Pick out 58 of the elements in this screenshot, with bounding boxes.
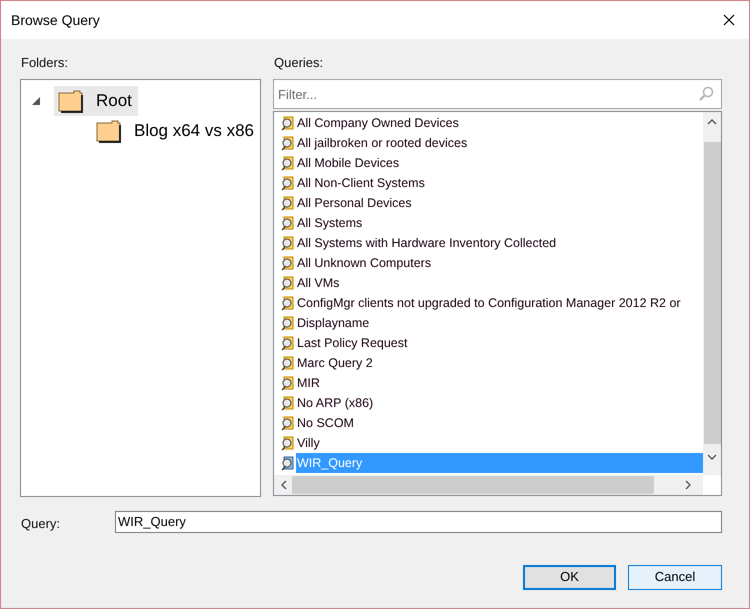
scroll-right-icon[interactable] xyxy=(685,480,691,490)
query-icon xyxy=(280,375,296,391)
tree-item[interactable]: Blog x64 vs x86 xyxy=(92,116,260,146)
scroll-thumb[interactable] xyxy=(704,142,720,444)
dialog-button[interactable]: Cancel xyxy=(628,564,722,590)
query-item[interactable]: All jailbroken or rooted devices xyxy=(296,133,703,153)
scroll-down-icon[interactable] xyxy=(707,454,717,460)
scroll-left-icon[interactable] xyxy=(281,480,287,490)
query-icon xyxy=(280,255,296,271)
query-icon xyxy=(280,395,296,411)
query-icon xyxy=(280,235,296,251)
query-icon xyxy=(280,335,296,351)
query-icon xyxy=(280,415,296,431)
tree-item[interactable]: Root xyxy=(54,86,138,116)
close-icon[interactable] xyxy=(723,14,735,26)
query-icon xyxy=(280,295,296,311)
query-item[interactable]: All Non-Client Systems xyxy=(296,173,703,193)
query-icon xyxy=(280,135,296,151)
query-item[interactable]: All VMs xyxy=(296,273,703,293)
query-icon xyxy=(280,155,296,171)
query-item[interactable]: Displayname xyxy=(296,313,703,333)
query-icon xyxy=(280,195,296,211)
horizontal-scrollbar[interactable] xyxy=(274,475,703,495)
query-label: Query: xyxy=(21,515,62,533)
query-item[interactable]: All Systems with Hardware Inventory Collected xyxy=(296,233,703,253)
search-icon xyxy=(698,86,714,102)
window-title: Browse Query xyxy=(11,10,100,30)
query-icon xyxy=(280,355,296,371)
folder-icon xyxy=(58,89,84,113)
query-item[interactable]: All Unknown Computers xyxy=(296,253,703,273)
query-icon xyxy=(280,275,296,291)
query-icon xyxy=(280,455,296,471)
query-item[interactable]: All Systems xyxy=(296,213,703,233)
query-item[interactable]: ConfigMgr clients not upgraded to Configuration Manager 2012 R2 or xyxy=(296,293,703,313)
query-item[interactable]: No SCOM xyxy=(296,413,703,433)
query-item[interactable]: Villy xyxy=(296,433,703,453)
query-item[interactable]: No ARP (x86) xyxy=(296,393,703,413)
query-icon xyxy=(280,115,296,131)
filter-field[interactable]: Filter... xyxy=(273,79,722,109)
query-item[interactable]: MIR xyxy=(296,373,703,393)
query-item[interactable]: All Personal Devices xyxy=(296,193,703,213)
scroll-up-icon[interactable] xyxy=(707,119,717,125)
query-item[interactable]: Marc Query 2 xyxy=(296,353,703,373)
query-item[interactable]: All Company Owned Devices xyxy=(296,113,703,133)
folder-icon xyxy=(96,119,122,143)
query-icon xyxy=(280,215,296,231)
expanded-arrow-icon[interactable] xyxy=(31,96,41,106)
query-icon xyxy=(280,315,296,331)
query-icon xyxy=(280,175,296,191)
query-field[interactable]: WIR_Query xyxy=(115,510,722,533)
dialog-button[interactable]: OK xyxy=(523,564,616,590)
queries-label: Queries: xyxy=(273,55,324,72)
scroll-thumb[interactable] xyxy=(292,476,654,494)
folders-label: Folders: xyxy=(20,55,69,72)
query-item[interactable]: All Mobile Devices xyxy=(296,153,703,173)
vertical-scrollbar[interactable] xyxy=(703,112,721,475)
query-icon xyxy=(280,435,296,451)
query-item[interactable]: Last Policy Request xyxy=(296,333,703,353)
